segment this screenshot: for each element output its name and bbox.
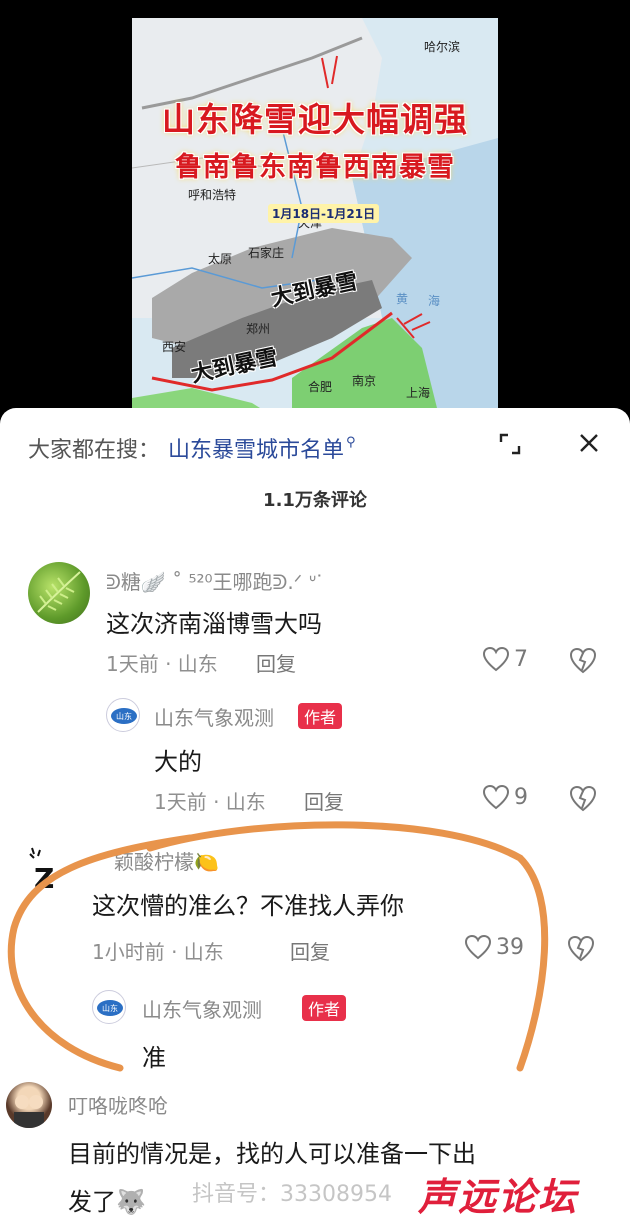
author-badge: 作者 xyxy=(298,703,343,729)
like-count: 39 xyxy=(496,934,524,960)
douyin-watermark: 抖音号：33308954 xyxy=(192,1182,392,1207)
search-term-link[interactable]: 山东暴雪城市名单 xyxy=(168,432,344,464)
city-label-taiyuan: 太原 xyxy=(208,252,233,266)
video-player[interactable]: 哈尔滨 呼和浩特 天津 太原 石家庄 郑州 西安 合肥 南京 上海 黄 海 大到… xyxy=(0,0,630,440)
svg-text:山东: 山东 xyxy=(102,1003,118,1013)
video-title-banner: 山东降雪迎大幅调强 鲁南鲁东南鲁西南暴雪 xyxy=(140,93,490,184)
comment-meta: 1天前 · 山东 xyxy=(106,652,218,676)
weather-logo-icon: 山东 xyxy=(97,1000,123,1016)
reply-button[interactable]: 回复 xyxy=(290,936,330,965)
reply-meta: 1天前 · 山东 xyxy=(154,790,266,814)
video-title-line-1: 山东降雪迎大幅调强 xyxy=(162,100,468,139)
fern-avatar-icon xyxy=(37,571,81,613)
like-count: 9 xyxy=(514,784,528,810)
comment-username[interactable]: 叮咯咙咚呛 xyxy=(68,1090,168,1119)
reply-username[interactable]: 山东气象观测 xyxy=(154,702,274,731)
heart-icon xyxy=(482,646,510,672)
comments-sheet: 大家都在搜： 山东暴雪城市名单 ⚲ 1.1万条评论 ᕲ糖🪽 ˚ ⁵²⁰王哪跑ᕲ.… xyxy=(0,408,630,1218)
comment-text: 这次济南淄博雪大吗 xyxy=(106,610,322,638)
svg-text:Z: Z xyxy=(34,862,54,895)
date-range-tag: 1月18日-1月21日 xyxy=(268,204,380,223)
city-label-hohhot: 呼和浩特 xyxy=(188,188,237,202)
search-suggestion[interactable]: 大家都在搜： 山东暴雪城市名单 ⚲ xyxy=(28,432,356,464)
sea-label-2: 海 xyxy=(428,294,441,308)
couple-avatar-icon xyxy=(14,1095,44,1128)
reply-text: 准 xyxy=(142,1044,166,1072)
comment-meta: 1小时前 · 山东 xyxy=(92,940,224,964)
close-icon[interactable] xyxy=(576,430,602,456)
dislike-icon[interactable] xyxy=(568,646,598,674)
like-button[interactable]: 9 xyxy=(482,784,528,810)
svg-text:山东: 山东 xyxy=(116,711,132,721)
author-badge: 作者 xyxy=(302,995,347,1021)
heart-icon xyxy=(482,784,510,810)
heart-icon xyxy=(464,934,492,960)
city-label-shanghai: 上海 xyxy=(406,386,431,400)
comment-text-line-1: 目前的情况是，找的人可以准备一下出 xyxy=(68,1140,476,1168)
expand-icon[interactable] xyxy=(498,432,522,456)
comment-text: 这次懵的准么？不准找人弄你 xyxy=(92,892,404,920)
search-prefix: 大家都在搜： xyxy=(28,438,161,463)
reply-button[interactable]: 回复 xyxy=(304,786,344,815)
sleeping-z-icon: Z xyxy=(29,847,54,895)
comment-text-line-2: 发了🐺 xyxy=(68,1188,146,1216)
like-button[interactable]: 7 xyxy=(482,646,528,672)
reply-button[interactable]: 回复 xyxy=(256,648,296,677)
author-avatar[interactable]: 山东 xyxy=(106,698,140,732)
video-title-line-2: 鲁南鲁东南鲁西南暴雪 xyxy=(175,152,455,183)
forum-brand-logo: 声远论坛 xyxy=(418,1175,579,1218)
avatar[interactable]: Z xyxy=(18,840,74,896)
dislike-icon[interactable] xyxy=(568,784,598,812)
reply-username[interactable]: 山东气象观测 xyxy=(142,994,262,1023)
city-label-shijiazhuang: 石家庄 xyxy=(248,246,285,260)
reply-text: 大的 xyxy=(154,748,202,776)
avatar[interactable] xyxy=(28,562,90,624)
city-label-harbin: 哈尔滨 xyxy=(424,40,461,54)
comment-count: 1.1万条评论 xyxy=(263,490,367,511)
like-button[interactable]: 39 xyxy=(464,934,524,960)
city-label-xian: 西安 xyxy=(162,340,187,354)
author-avatar[interactable]: 山东 xyxy=(92,990,126,1024)
comment-username[interactable]: ᕲ糖🪽 ˚ ⁵²⁰王哪跑ᕲ.ᐟ ᐡᐝ xyxy=(106,566,322,595)
comment-username[interactable]: 颖酸柠檬🍋 xyxy=(114,846,219,875)
weather-map-image: 哈尔滨 呼和浩特 天津 太原 石家庄 郑州 西安 合肥 南京 上海 黄 海 大到… xyxy=(132,18,498,428)
avatar[interactable] xyxy=(6,1082,52,1128)
city-label-zhengzhou: 郑州 xyxy=(246,322,271,336)
like-count: 7 xyxy=(514,646,528,672)
city-label-hefei: 合肥 xyxy=(308,380,333,394)
dislike-icon[interactable] xyxy=(566,934,596,962)
city-label-nanjing: 南京 xyxy=(352,374,377,388)
sea-label-1: 黄 xyxy=(396,292,409,306)
search-icon: ⚲ xyxy=(346,434,356,450)
weather-logo-icon: 山东 xyxy=(111,708,137,724)
